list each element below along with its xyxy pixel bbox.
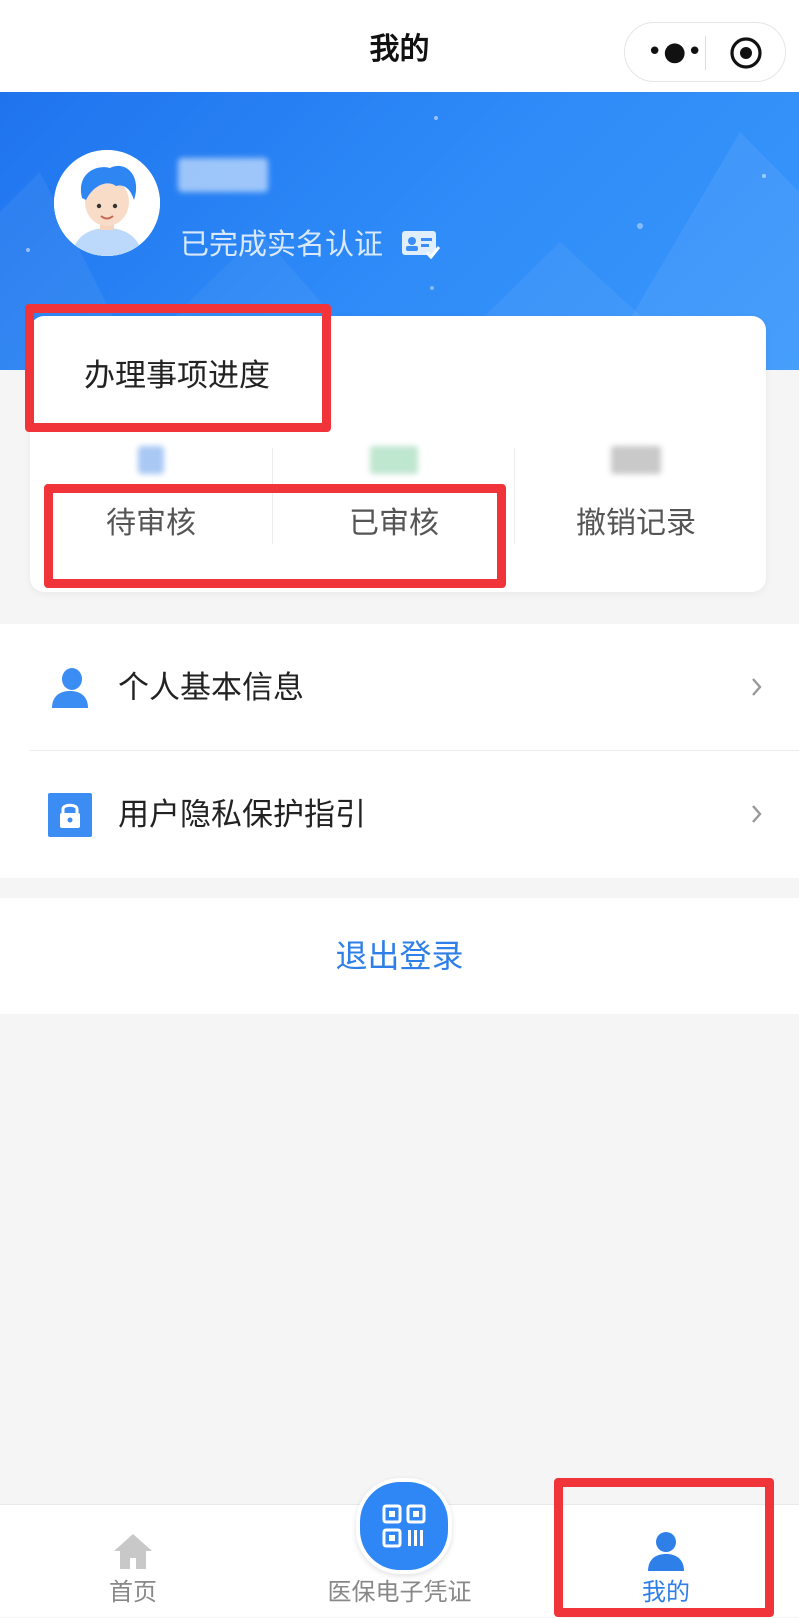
chevron-right-icon [752,805,762,823]
menu-label-privacy-guide: 用户隐私保护指引 [118,797,366,833]
pending-count-masked [138,446,164,474]
mini-program-capsule: •●• [624,22,786,82]
real-name-status: 已完成实名认证 [180,224,441,264]
highlight-review-stats [44,484,506,588]
id-card-icon [402,231,441,259]
lock-icon [48,793,92,837]
close-target-icon[interactable] [729,36,763,70]
stat-revoked-records[interactable]: 撤销记录 [515,446,757,566]
capsule-divider [705,36,706,70]
revoked-count-masked [611,446,661,474]
menu-label-personal-info: 个人基本信息 [118,670,304,706]
logout-button[interactable]: 退出登录 [0,898,799,1014]
stat-label-revoked: 撤销记录 [576,506,696,541]
menu-item-privacy-guide[interactable]: 用户隐私保护指引 [0,751,799,878]
more-menu-icon[interactable]: •●• [647,37,702,67]
user-icon [52,668,88,708]
home-icon [114,1534,152,1569]
avatar-illustration-icon [54,150,160,256]
reviewed-count-masked [370,446,418,474]
tab-label-home: 首页 [109,1578,157,1606]
menu-item-personal-info[interactable]: 个人基本信息 [0,624,799,751]
highlight-tab-mine [554,1478,774,1617]
chevron-right-icon [752,678,762,696]
qr-code-icon [382,1504,426,1548]
user-name-masked [178,158,268,192]
navigation-bar: 我的 •●• [0,0,799,92]
settings-menu: 个人基本信息 用户隐私保护指引 [0,624,799,878]
qr-code-button[interactable] [356,1478,452,1574]
auth-status-text: 已完成实名认证 [180,227,384,261]
tab-home[interactable]: 首页 [0,1505,266,1618]
avatar[interactable] [54,150,160,256]
logout-label: 退出登录 [335,937,464,975]
tab-label-medical-insurance-code: 医保电子凭证 [327,1578,472,1606]
highlight-progress-title [25,304,331,432]
